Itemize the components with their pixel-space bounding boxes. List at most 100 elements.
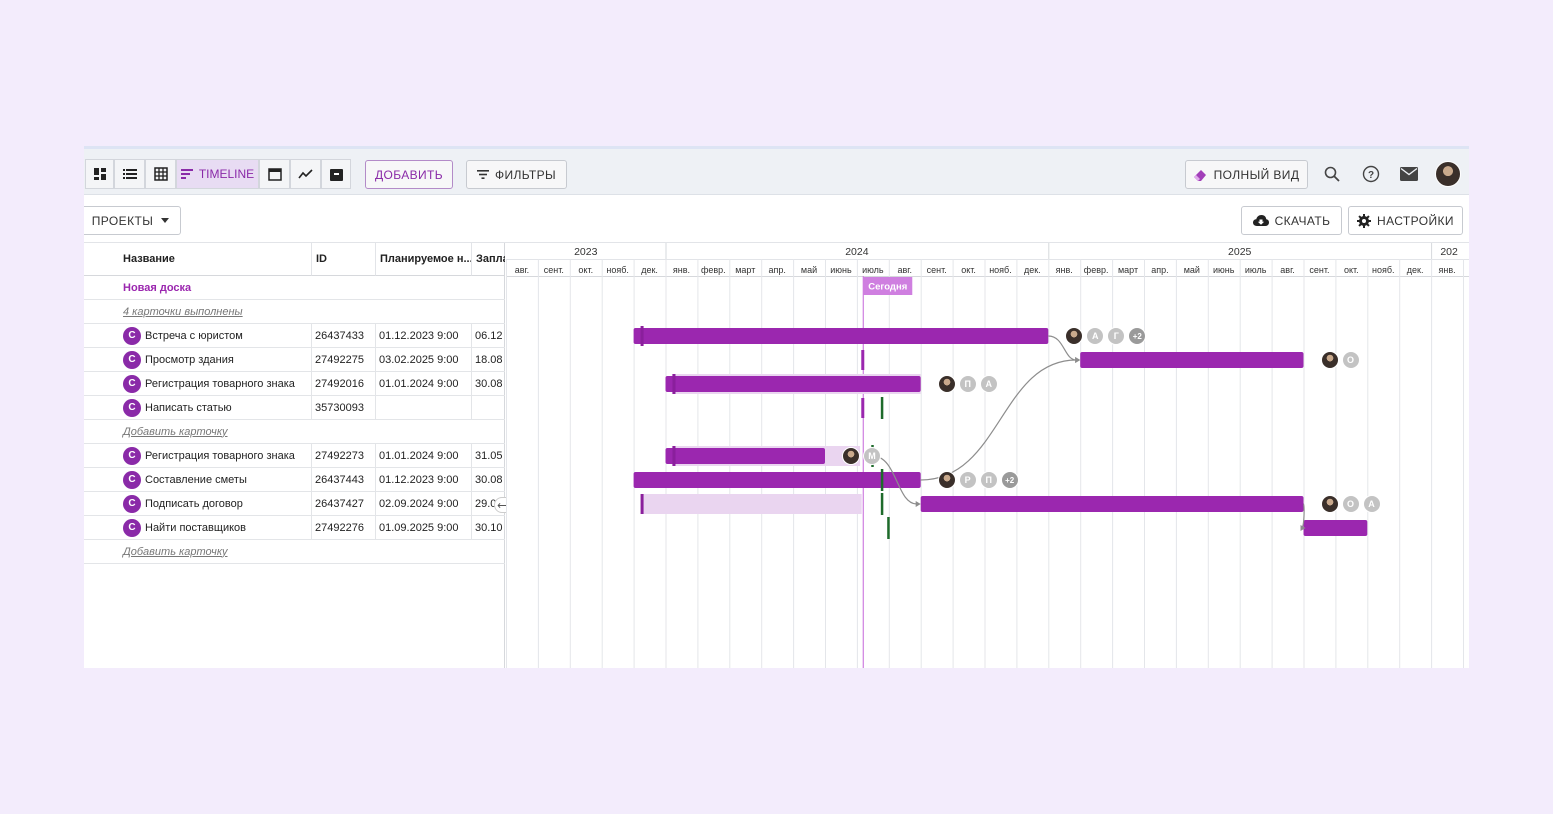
card-type-badge: C <box>123 518 141 537</box>
task-bar[interactable] <box>1303 520 1368 536</box>
assignee-avatar-initial[interactable]: Р <box>958 471 977 489</box>
group-title[interactable]: Новая доска <box>120 276 500 299</box>
table-row[interactable]: C Регистрация товарного знака 27492016 01.0… <box>84 372 505 396</box>
task-bar[interactable] <box>633 328 1049 344</box>
assignee-avatar-initial[interactable]: О <box>1341 351 1360 369</box>
more-assignees-badge[interactable]: +2 <box>1000 471 1019 489</box>
sub-toolbar: ПРОЕКТЫ СКАЧАТЬ НАСТРОЙКИ <box>84 195 1469 243</box>
card-end-cell[interactable]: 30.08 <box>472 372 505 395</box>
task-bar[interactable] <box>920 496 1304 512</box>
card-start-cell[interactable]: 01.01.2024 9:00 <box>376 372 472 395</box>
assignee-avatar-initial[interactable]: О <box>1341 495 1360 513</box>
card-name-cell[interactable]: C Подписать договор <box>120 492 312 515</box>
card-name-cell[interactable]: C Написать статью <box>120 396 312 419</box>
assignee-avatar-initial[interactable]: М <box>863 447 881 465</box>
card-start-cell[interactable]: 01.12.2023 9:00 <box>376 468 472 491</box>
assignee-avatar-initial[interactable]: А <box>979 375 998 393</box>
card-start-cell[interactable]: 01.01.2024 9:00 <box>376 444 472 467</box>
list-view-button[interactable] <box>114 159 145 189</box>
card-name-cell[interactable]: C Составление сметы <box>120 468 312 491</box>
archive-view-button[interactable] <box>321 159 351 189</box>
chart-view-button[interactable] <box>290 159 321 189</box>
card-name-cell[interactable]: C Регистрация товарного знака <box>120 444 312 467</box>
card-id-cell[interactable]: 35730093 <box>312 396 376 419</box>
card-start-cell[interactable]: 01.09.2025 9:00 <box>376 516 472 539</box>
add-card-link-2[interactable]: Добавить карточку <box>123 546 228 558</box>
column-header-name[interactable]: Название <box>84 243 312 276</box>
column-header-id[interactable]: ID <box>312 243 376 276</box>
filters-button[interactable]: ФИЛЬТРЫ <box>466 160 567 189</box>
card-start-cell[interactable]: 03.02.2025 9:00 <box>376 348 472 371</box>
table-row[interactable]: C Подписать договор 26437427 02.09.2024 9:0… <box>84 492 505 516</box>
full-view-button[interactable]: ПОЛНЫЙ ВИД <box>1185 160 1308 189</box>
done-cards-link[interactable]: 4 карточки выполнены <box>123 306 243 318</box>
card-name-cell[interactable]: C Регистрация товарного знака <box>120 372 312 395</box>
calendar-view-button[interactable] <box>259 159 290 189</box>
card-start-cell[interactable]: 02.09.2024 9:00 <box>376 492 472 515</box>
download-button[interactable]: СКАЧАТЬ <box>1241 206 1342 235</box>
task-bar[interactable] <box>1080 352 1304 368</box>
table-row[interactable]: C Встреча с юристом 26437433 01.12.2023 9:0… <box>84 324 505 348</box>
assignee-avatar[interactable] <box>1320 351 1339 369</box>
start-tick <box>672 374 676 394</box>
card-end-cell[interactable]: 18.08 <box>472 348 505 371</box>
table-row[interactable]: C Написать статью 35730093 <box>84 396 505 420</box>
year-label: 2023 <box>574 246 598 258</box>
top-toolbar: TIMELINE ДОБАВИТЬ ФИЛЬТРЫ ПОЛНЫЙ ВИД ? <box>84 149 1469 195</box>
table-row[interactable]: C Просмотр здания 27492275 03.02.2025 9:00 1… <box>84 348 505 372</box>
card-name: Составление сметы <box>145 473 247 486</box>
projects-dropdown[interactable]: ПРОЕКТЫ <box>84 206 181 235</box>
column-header-planned-start[interactable]: Планируемое н... <box>376 243 472 276</box>
add-card-row[interactable]: Добавить карточку <box>84 420 505 444</box>
add-card-row-2[interactable]: Добавить карточку <box>84 540 505 564</box>
card-start-cell[interactable]: 01.12.2023 9:00 <box>376 324 472 347</box>
timeline-view-button[interactable]: TIMELINE <box>176 159 259 189</box>
card-end-cell[interactable]: 06.12 <box>472 324 505 347</box>
settings-button[interactable]: НАСТРОЙКИ <box>1348 206 1463 235</box>
assignee-avatar[interactable] <box>1320 495 1339 513</box>
milestone-marker <box>880 493 884 515</box>
add-button[interactable]: ДОБАВИТЬ <box>365 160 453 189</box>
card-end-cell[interactable] <box>472 396 505 419</box>
search-icon[interactable] <box>1321 163 1343 185</box>
assignee-avatar-initial[interactable]: П <box>979 471 998 489</box>
table-view-button[interactable] <box>145 159 176 189</box>
table-row[interactable]: C Найти поставщиков 27492276 01.09.2025 9:0… <box>84 516 505 540</box>
assignee-avatar-initial[interactable]: П <box>958 375 977 393</box>
card-type-badge: C <box>123 446 141 465</box>
table-row[interactable]: C Составление сметы 26437443 01.12.2023 9:0… <box>84 468 505 492</box>
assignee-avatar[interactable] <box>937 375 956 393</box>
group-row[interactable]: Новая доска <box>84 276 505 300</box>
column-header-planned-end[interactable]: Запла <box>472 243 505 276</box>
add-card-link[interactable]: Добавить карточку <box>123 426 228 438</box>
card-name-cell[interactable]: C Встреча с юристом <box>120 324 312 347</box>
card-start-cell[interactable] <box>376 396 472 419</box>
help-icon[interactable]: ? <box>1360 163 1382 185</box>
list-icon <box>122 169 137 179</box>
card-name-cell[interactable]: C Просмотр здания <box>120 348 312 371</box>
card-id-cell[interactable]: 26437443 <box>312 468 376 491</box>
done-cards-cell: 4 карточки выполнены <box>120 300 500 323</box>
done-cards-row[interactable]: 4 карточки выполнены <box>84 300 505 324</box>
card-end-cell[interactable]: 31.05 <box>472 444 505 467</box>
card-id-cell[interactable]: 27492016 <box>312 372 376 395</box>
assignee-avatar[interactable] <box>842 447 860 465</box>
trending-icon <box>298 169 313 179</box>
task-bar[interactable] <box>665 376 921 392</box>
table-row[interactable]: C Регистрация товарного знака 27492273 01.0… <box>84 444 505 468</box>
card-end-cell[interactable]: 30.10 <box>472 516 505 539</box>
card-id-cell[interactable]: 26437433 <box>312 324 376 347</box>
card-end-cell[interactable]: 30.08 <box>472 468 505 491</box>
task-bar[interactable] <box>665 448 826 464</box>
dashboard-view-button[interactable] <box>85 159 114 189</box>
mail-icon[interactable] <box>1398 163 1420 185</box>
card-id-cell[interactable]: 26437427 <box>312 492 376 515</box>
card-id-cell[interactable]: 27492275 <box>312 348 376 371</box>
assignee-avatar-initial[interactable]: А <box>1362 495 1381 513</box>
task-bar[interactable] <box>633 472 921 488</box>
card-id-cell[interactable]: 27492276 <box>312 516 376 539</box>
user-avatar[interactable] <box>1435 161 1461 187</box>
assignee-avatar[interactable] <box>937 471 956 489</box>
card-name-cell[interactable]: C Найти поставщиков <box>120 516 312 539</box>
card-id-cell[interactable]: 27492273 <box>312 444 376 467</box>
